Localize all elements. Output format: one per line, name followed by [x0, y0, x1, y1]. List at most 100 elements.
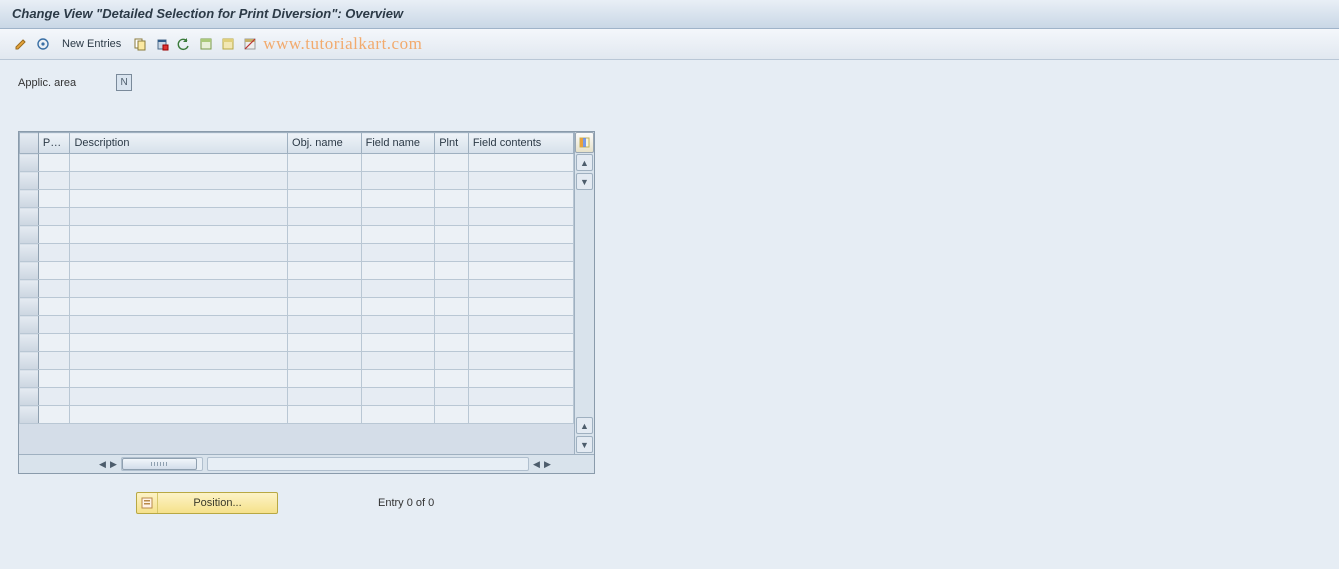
table-cell[interactable] — [435, 388, 469, 406]
table-cell[interactable] — [435, 154, 469, 172]
col-header-field-name[interactable]: Field name — [361, 133, 435, 154]
table-cell[interactable] — [361, 352, 435, 370]
table-cell[interactable] — [70, 334, 288, 352]
col-header-pap[interactable]: Pap. — [38, 133, 70, 154]
table-cell[interactable] — [70, 244, 288, 262]
row-selector[interactable] — [20, 262, 39, 280]
delete-icon[interactable] — [153, 35, 171, 53]
table-cell[interactable] — [468, 208, 573, 226]
table-cell[interactable] — [70, 154, 288, 172]
table-cell[interactable] — [38, 154, 70, 172]
table-cell[interactable] — [70, 262, 288, 280]
table-cell[interactable] — [468, 172, 573, 190]
table-cell[interactable] — [468, 226, 573, 244]
table-cell[interactable] — [435, 190, 469, 208]
table-cell[interactable] — [361, 298, 435, 316]
hscroll-col-right-icon[interactable]: ▶ — [542, 457, 553, 471]
table-cell[interactable] — [361, 370, 435, 388]
table-cell[interactable] — [70, 406, 288, 424]
table-cell[interactable] — [288, 244, 362, 262]
table-cell[interactable] — [468, 370, 573, 388]
table-cell[interactable] — [70, 208, 288, 226]
row-selector[interactable] — [20, 280, 39, 298]
table-cell[interactable] — [288, 388, 362, 406]
row-selector[interactable] — [20, 154, 39, 172]
row-selector[interactable] — [20, 226, 39, 244]
table-cell[interactable] — [38, 190, 70, 208]
scroll-line-up-icon[interactable]: ▼ — [576, 173, 593, 190]
table-cell[interactable] — [70, 280, 288, 298]
row-selector[interactable] — [20, 208, 39, 226]
table-cell[interactable] — [288, 352, 362, 370]
row-selector[interactable] — [20, 352, 39, 370]
table-cell[interactable] — [288, 370, 362, 388]
row-selector[interactable] — [20, 406, 39, 424]
row-selector[interactable] — [20, 190, 39, 208]
row-selector[interactable] — [20, 334, 39, 352]
table-cell[interactable] — [288, 280, 362, 298]
table-cell[interactable] — [288, 154, 362, 172]
col-header-description[interactable]: Description — [70, 133, 288, 154]
table-cell[interactable] — [70, 388, 288, 406]
other-view-icon[interactable] — [34, 35, 52, 53]
table-cell[interactable] — [38, 280, 70, 298]
table-cell[interactable] — [361, 208, 435, 226]
table-cell[interactable] — [288, 208, 362, 226]
table-cell[interactable] — [38, 316, 70, 334]
table-cell[interactable] — [361, 226, 435, 244]
table-cell[interactable] — [361, 316, 435, 334]
table-cell[interactable] — [435, 208, 469, 226]
table-cell[interactable] — [361, 190, 435, 208]
row-selector[interactable] — [20, 370, 39, 388]
header-selector[interactable] — [20, 133, 39, 154]
table-cell[interactable] — [38, 298, 70, 316]
table-cell[interactable] — [361, 262, 435, 280]
table-cell[interactable] — [468, 388, 573, 406]
undo-icon[interactable] — [175, 35, 193, 53]
scroll-up-icon[interactable]: ▲ — [576, 154, 593, 171]
table-cell[interactable] — [38, 388, 70, 406]
deselect-all-icon[interactable] — [241, 35, 259, 53]
table-cell[interactable] — [70, 226, 288, 244]
table-cell[interactable] — [70, 172, 288, 190]
toggle-change-icon[interactable] — [12, 35, 30, 53]
table-cell[interactable] — [38, 244, 70, 262]
table-cell[interactable] — [435, 226, 469, 244]
col-header-field-contents[interactable]: Field contents — [468, 133, 573, 154]
table-cell[interactable] — [361, 334, 435, 352]
table-cell[interactable] — [288, 226, 362, 244]
hscroll-track[interactable] — [207, 457, 529, 471]
position-button[interactable]: Position... — [136, 492, 278, 514]
table-cell[interactable] — [468, 406, 573, 424]
table-cell[interactable] — [288, 298, 362, 316]
table-cell[interactable] — [38, 262, 70, 280]
table-cell[interactable] — [38, 226, 70, 244]
hscroll-left-icon[interactable]: ▶ — [108, 457, 119, 471]
table-cell[interactable] — [435, 244, 469, 262]
table-cell[interactable] — [70, 298, 288, 316]
table-cell[interactable] — [435, 352, 469, 370]
table-cell[interactable] — [435, 262, 469, 280]
table-cell[interactable] — [70, 352, 288, 370]
table-cell[interactable] — [288, 262, 362, 280]
table-cell[interactable] — [288, 172, 362, 190]
row-selector[interactable] — [20, 388, 39, 406]
table-cell[interactable] — [435, 406, 469, 424]
table-cell[interactable] — [468, 154, 573, 172]
select-all-icon[interactable] — [197, 35, 215, 53]
table-cell[interactable] — [288, 316, 362, 334]
table-cell[interactable] — [361, 244, 435, 262]
col-header-obj-name[interactable]: Obj. name — [288, 133, 362, 154]
table-cell[interactable] — [435, 334, 469, 352]
table-cell[interactable] — [38, 352, 70, 370]
applic-area-field[interactable]: N — [116, 74, 132, 91]
table-cell[interactable] — [361, 388, 435, 406]
hscroll-thumb[interactable] — [122, 458, 197, 470]
table-cell[interactable] — [70, 316, 288, 334]
table-cell[interactable] — [468, 244, 573, 262]
table-config-icon[interactable] — [575, 132, 594, 153]
table-cell[interactable] — [468, 334, 573, 352]
table-cell[interactable] — [38, 334, 70, 352]
table-cell[interactable] — [435, 172, 469, 190]
table-cell[interactable] — [288, 406, 362, 424]
